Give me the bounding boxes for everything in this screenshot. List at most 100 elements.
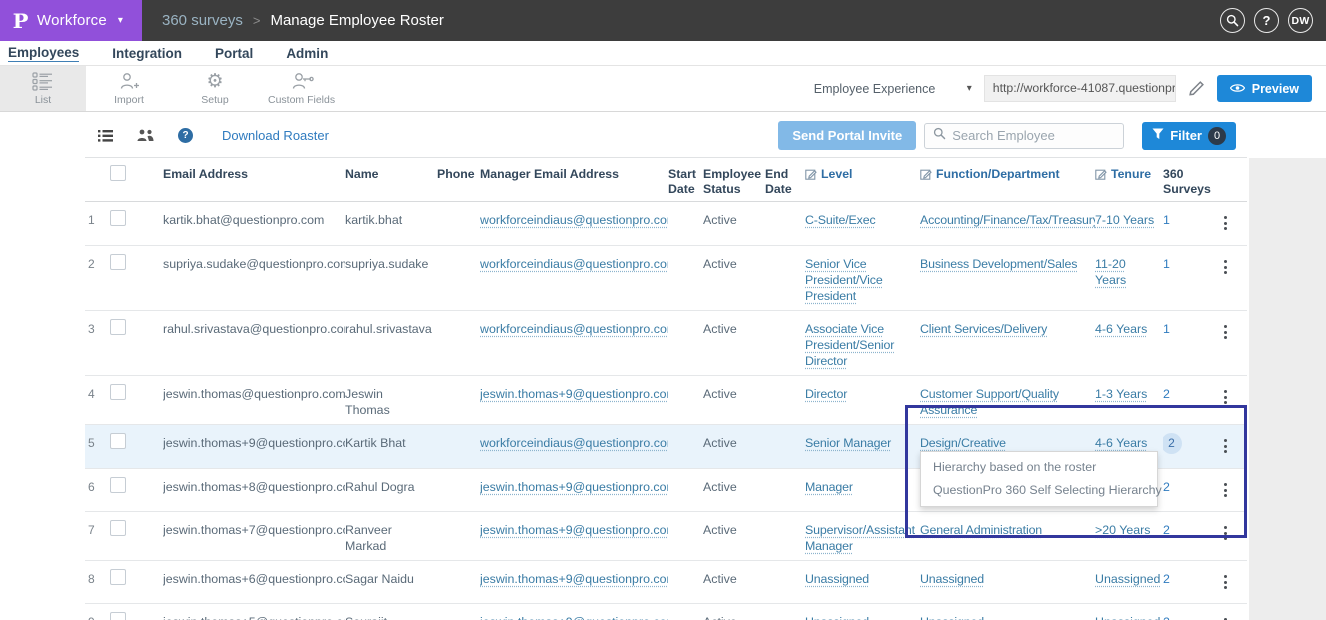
roster-help-icon[interactable]: ?: [178, 128, 193, 143]
row-menu-button[interactable]: [1210, 202, 1247, 245]
select-all-checkbox[interactable]: [110, 165, 126, 181]
cell-level-value[interactable]: Director: [805, 387, 847, 401]
cell-manager-email-value[interactable]: jeswin.thomas+9@questionpro.com: [480, 615, 668, 620]
cell-level-value[interactable]: Manager: [805, 480, 853, 494]
surveys-count-link[interactable]: 1: [1163, 213, 1170, 227]
row-menu-button[interactable]: [1210, 561, 1247, 603]
cell-level-value[interactable]: C-Suite/Exec: [805, 213, 876, 227]
breadcrumb-360-surveys[interactable]: 360 surveys: [162, 12, 243, 29]
row-menu-button[interactable]: [1210, 311, 1247, 375]
row-menu-button[interactable]: [1210, 376, 1247, 424]
tab-admin[interactable]: Admin: [286, 46, 328, 61]
cell-manager-email-value[interactable]: jeswin.thomas+9@questionpro.com: [480, 387, 668, 401]
cell-function-value[interactable]: Client Services/Delivery: [920, 322, 1047, 336]
row-menu-button[interactable]: [1210, 604, 1247, 620]
toolbar-list-button[interactable]: List: [0, 66, 86, 111]
send-portal-invite-button[interactable]: Send Portal Invite: [778, 121, 916, 150]
search-icon[interactable]: [1220, 8, 1245, 33]
cell-tenure-value[interactable]: 11-20 Years: [1095, 257, 1126, 287]
surveys-count-link[interactable]: 2: [1163, 433, 1182, 454]
toolbar-import-button[interactable]: Import: [86, 66, 172, 111]
tab-integration[interactable]: Integration: [112, 46, 182, 61]
view-list-icon[interactable]: [98, 130, 113, 142]
row-menu-button[interactable]: [1210, 425, 1247, 468]
row-menu-button[interactable]: [1210, 469, 1247, 511]
cell-manager-email-value[interactable]: workforceindiaus@questionpro.com: [480, 257, 668, 271]
cell-level-value[interactable]: Senior Manager: [805, 436, 891, 450]
cell-tenure-value[interactable]: Unassigned: [1095, 615, 1160, 620]
cell-level-value[interactable]: Supervisor/Assistant Manager: [805, 523, 915, 553]
surveys-count-link[interactable]: 2: [1163, 523, 1170, 537]
row-checkbox[interactable]: [110, 319, 126, 335]
cell-phone: [437, 561, 480, 603]
help-icon[interactable]: ?: [1254, 8, 1279, 33]
filter-button[interactable]: Filter 0: [1142, 122, 1236, 150]
toolbar-setup-button[interactable]: ⚙ Setup: [172, 66, 258, 111]
tab-portal[interactable]: Portal: [215, 46, 253, 61]
row-checkbox[interactable]: [110, 520, 126, 536]
row-menu-button[interactable]: [1210, 246, 1247, 310]
row-checkbox[interactable]: [110, 254, 126, 270]
surveys-count-link[interactable]: 2: [1163, 615, 1170, 620]
survey-select[interactable]: Employee Experience ▾: [814, 82, 972, 96]
cell-tenure-value[interactable]: >20 Years: [1095, 523, 1150, 537]
cell-function-value[interactable]: Accounting/Finance/Tax/Treasury: [920, 213, 1095, 227]
cell-function-value[interactable]: Customer Support/Quality Assurance: [920, 387, 1059, 417]
row-checkbox[interactable]: [110, 569, 126, 585]
row-checkbox[interactable]: [110, 433, 126, 449]
cell-tenure-value[interactable]: Unassigned: [1095, 572, 1160, 586]
cell-surveys-count: 2: [1163, 376, 1210, 424]
cell-tenure-value[interactable]: 1-3 Years: [1095, 387, 1147, 401]
header-function-department[interactable]: Function/Department: [920, 158, 1095, 201]
surveys-count-link[interactable]: 1: [1163, 257, 1170, 271]
cell-function-value[interactable]: Business Development/Sales: [920, 257, 1077, 271]
surveys-count-link[interactable]: 2: [1163, 480, 1170, 494]
cell-end-date: [765, 604, 805, 620]
row-checkbox[interactable]: [110, 210, 126, 226]
toolbar-custom-fields-button[interactable]: Custom Fields: [258, 66, 345, 111]
cell-function-value[interactable]: General Administration: [920, 523, 1042, 537]
row-checkbox[interactable]: [110, 384, 126, 400]
cell-level-value[interactable]: Unassigned: [805, 615, 869, 620]
team-view-icon[interactable]: [137, 129, 154, 142]
row-checkbox[interactable]: [110, 612, 126, 620]
cell-level-value[interactable]: Associate Vice President/Senior Director: [805, 322, 894, 368]
cell-manager-email-value[interactable]: jeswin.thomas+9@questionpro.com: [480, 523, 668, 537]
surveys-count-link[interactable]: 1: [1163, 322, 1170, 336]
row-checkbox[interactable]: [110, 477, 126, 493]
cell-level: Unassigned: [805, 604, 920, 620]
workforce-product-menu[interactable]: P Workforce ▾: [0, 0, 142, 41]
cell-employee-status: Active: [703, 246, 765, 310]
cell-manager-email-value[interactable]: workforceindiaus@questionpro.com: [480, 213, 668, 227]
cell-level: Senior Manager: [805, 425, 920, 468]
cell-manager-email-value[interactable]: workforceindiaus@questionpro.com: [480, 322, 668, 336]
cell-tenure-value[interactable]: 7-10 Years: [1095, 213, 1154, 227]
hierarchy-option-roster[interactable]: Hierarchy based on the roster: [921, 456, 1157, 479]
cell-level-value[interactable]: Unassigned: [805, 572, 869, 586]
cell-manager-email-value[interactable]: jeswin.thomas+9@questionpro.com: [480, 572, 668, 586]
row-checkbox-cell: [110, 376, 163, 424]
cell-level-value[interactable]: Senior Vice President/Vice President: [805, 257, 883, 303]
cell-function-value[interactable]: Unassigned: [920, 615, 984, 620]
tab-employees[interactable]: Employees: [8, 45, 79, 62]
cell-tenure-value[interactable]: 4-6 Years: [1095, 436, 1147, 450]
surveys-count-link[interactable]: 2: [1163, 572, 1170, 586]
search-employee-input[interactable]: [952, 128, 1112, 143]
header-tenure[interactable]: Tenure: [1095, 158, 1163, 201]
kebab-menu-icon: [1224, 260, 1227, 304]
cell-manager-email-value[interactable]: jeswin.thomas+9@questionpro.com: [480, 480, 668, 494]
preview-button[interactable]: Preview: [1217, 75, 1312, 102]
surveys-count-link[interactable]: 2: [1163, 387, 1170, 401]
cell-function-value[interactable]: Design/Creative: [920, 436, 1006, 450]
portal-url-field[interactable]: http://workforce-41087.questionpro.co: [984, 75, 1176, 102]
hierarchy-option-self-selecting[interactable]: QuestionPro 360 Self Selecting Hierarchy: [921, 479, 1157, 502]
row-menu-button[interactable]: [1210, 512, 1247, 560]
cell-function-value[interactable]: Unassigned: [920, 572, 984, 586]
cell-manager-email-value[interactable]: workforceindiaus@questionpro.com: [480, 436, 668, 450]
kebab-menu-icon: [1224, 575, 1227, 597]
edit-url-button[interactable]: [1188, 80, 1205, 97]
download-roster-link[interactable]: Download Roaster: [222, 128, 329, 143]
avatar[interactable]: DW: [1288, 8, 1313, 33]
cell-tenure-value[interactable]: 4-6 Years: [1095, 322, 1147, 336]
header-level[interactable]: Level: [805, 158, 920, 201]
